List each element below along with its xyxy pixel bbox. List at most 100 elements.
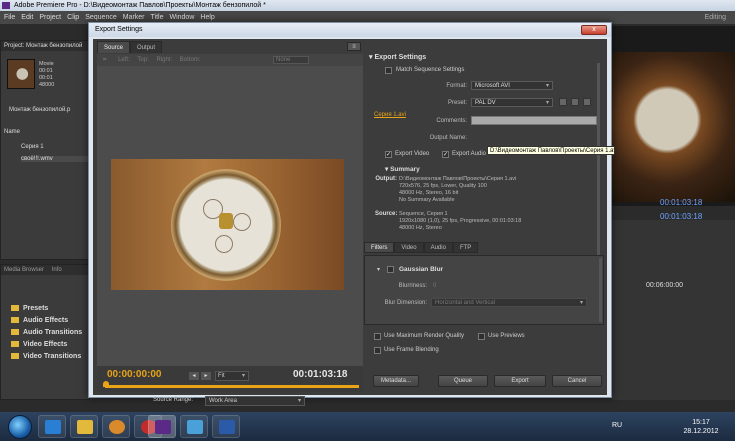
sequence-label: Монтаж бензопилой.p bbox=[9, 107, 71, 113]
format-label: Format: bbox=[446, 83, 467, 89]
tab-ftp[interactable]: FTP bbox=[452, 242, 479, 253]
preset-label: Preset: bbox=[447, 100, 467, 106]
save-preset-icon[interactable] bbox=[559, 98, 567, 106]
effects-folder-video-effects[interactable]: Video Effects bbox=[11, 341, 67, 348]
source-range-select[interactable]: Work Area ▾ bbox=[205, 396, 305, 406]
preset-select[interactable]: PAL DV ▾ bbox=[471, 98, 553, 107]
source-preview bbox=[97, 66, 363, 366]
taskbar-ie[interactable] bbox=[38, 415, 66, 438]
export-settings-header: ▾ Export Settings bbox=[369, 54, 427, 61]
tab-output[interactable]: Output bbox=[130, 41, 163, 53]
panel-menu-icon[interactable]: ≡ bbox=[347, 42, 361, 51]
metadata-button[interactable]: Metadata... bbox=[373, 375, 419, 387]
close-button[interactable]: x bbox=[581, 25, 607, 35]
crop-top-label: Top: bbox=[137, 57, 149, 63]
cancel-button[interactable]: Cancel bbox=[552, 375, 602, 387]
media-player-icon bbox=[109, 420, 125, 434]
frame-blending-checkbox[interactable] bbox=[374, 347, 381, 354]
zoom-fit-select[interactable]: Fit ▾ bbox=[215, 371, 249, 381]
current-timecode[interactable]: 00:00:00:00 bbox=[107, 369, 161, 380]
system-clock[interactable]: 15:17 28.12.2012 bbox=[680, 418, 722, 436]
export-button[interactable]: Export bbox=[494, 375, 546, 387]
name-column-header[interactable]: Name bbox=[4, 129, 20, 135]
folder-icon bbox=[11, 353, 19, 360]
watch-subdial bbox=[233, 213, 251, 231]
taskbar-explorer[interactable] bbox=[70, 415, 98, 438]
tab-video[interactable]: Video bbox=[394, 242, 424, 253]
app-icon bbox=[187, 420, 203, 434]
export-video-label: Export Video bbox=[395, 151, 430, 157]
effects-folder-presets[interactable]: Presets bbox=[11, 305, 48, 312]
source-range-row: Source Range: Work Area ▾ bbox=[97, 396, 363, 408]
queue-button[interactable]: Queue bbox=[438, 375, 488, 387]
match-sequence-checkbox[interactable] bbox=[385, 67, 392, 74]
filters-scrollbar[interactable] bbox=[599, 258, 602, 322]
language-indicator[interactable]: RU bbox=[612, 422, 622, 429]
blurriness-label: Blurriness: bbox=[398, 283, 427, 289]
taskbar-app[interactable] bbox=[180, 415, 208, 438]
match-sequence-label: Match Sequence Settings bbox=[396, 67, 465, 73]
render-options: Use Maximum Render Quality Use Previews … bbox=[364, 327, 604, 361]
max-render-quality-checkbox[interactable] bbox=[374, 333, 381, 340]
tab-media-browser[interactable]: Media Browser bbox=[4, 267, 44, 273]
premiere-icon bbox=[155, 420, 171, 434]
settings-scrollbar[interactable] bbox=[597, 63, 600, 259]
comments-field[interactable] bbox=[471, 116, 597, 125]
triangle-down-icon[interactable]: ▾ bbox=[385, 166, 388, 173]
settings-subtabs: Filters Video Audio FTP bbox=[364, 242, 604, 254]
chevron-down-icon: ▾ bbox=[241, 373, 245, 379]
project-panel-tab[interactable]: Project: Монтаж бензопилой bbox=[1, 41, 89, 51]
tab-info[interactable]: Info bbox=[52, 267, 62, 273]
export-video-checkbox[interactable]: ✓ bbox=[385, 151, 392, 158]
format-select[interactable]: Microsoft AVI ▾ bbox=[471, 81, 553, 90]
output-name-link[interactable]: Серия 1.avi bbox=[374, 112, 406, 118]
crop-ratio-select[interactable]: None bbox=[273, 56, 309, 64]
triangle-down-icon[interactable]: ▾ bbox=[377, 266, 380, 273]
export-audio-checkbox[interactable]: ✓ bbox=[442, 151, 449, 158]
gaussian-blur-checkbox[interactable] bbox=[387, 266, 394, 273]
menu-file[interactable]: File bbox=[0, 11, 18, 24]
set-out-point-icon[interactable]: ▸ bbox=[201, 372, 211, 380]
folder-icon bbox=[11, 341, 19, 348]
blur-dimension-select[interactable]: Horizontal and Vertical ▾ bbox=[431, 298, 587, 307]
playhead-icon[interactable] bbox=[103, 381, 109, 387]
taskbar-media[interactable] bbox=[102, 415, 130, 438]
menu-edit[interactable]: Edit bbox=[18, 11, 36, 24]
crop-tool-icon[interactable]: ⌗ bbox=[103, 57, 106, 63]
set-in-point-icon[interactable]: ◂ bbox=[189, 372, 199, 380]
program-monitor-frame bbox=[612, 52, 735, 202]
filters-panel: ▾ Gaussian Blur Blurriness: 0 Blur Dimen… bbox=[364, 255, 604, 325]
clip-info: Movie 00:01 00:01 48000 bbox=[39, 61, 55, 88]
effects-panel-tabs: Media Browser Info bbox=[1, 265, 89, 275]
tab-audio[interactable]: Audio bbox=[423, 242, 453, 253]
project-item[interactable]: своё!!!.wmv bbox=[21, 156, 89, 162]
video-frame bbox=[111, 159, 344, 290]
use-previews-checkbox[interactable] bbox=[478, 333, 485, 340]
menu-project[interactable]: Project bbox=[36, 11, 64, 24]
menu-clip[interactable]: Clip bbox=[64, 11, 82, 24]
folder-icon bbox=[11, 317, 19, 324]
comments-label: Comments: bbox=[436, 118, 467, 124]
output-name-label: Output Name: bbox=[429, 135, 467, 141]
workspace-label[interactable]: Editing bbox=[702, 11, 729, 24]
project-item[interactable]: Серия 1 bbox=[21, 144, 44, 150]
summary-header: ▾ Summary bbox=[385, 166, 420, 173]
triangle-down-icon[interactable]: ▾ bbox=[369, 54, 373, 61]
tab-filters[interactable]: Filters bbox=[364, 242, 395, 253]
folder-icon bbox=[77, 420, 93, 434]
project-panel: Project: Монтаж бензопилой Movie 00:01 0… bbox=[0, 40, 90, 260]
taskbar-premiere[interactable] bbox=[148, 415, 176, 438]
blurriness-value[interactable]: 0 bbox=[433, 283, 436, 289]
delete-preset-icon[interactable] bbox=[583, 98, 591, 106]
import-preset-icon[interactable] bbox=[571, 98, 579, 106]
source-output-tabs: Source Output bbox=[97, 41, 163, 53]
effects-folder-audio-effects[interactable]: Audio Effects bbox=[11, 317, 68, 324]
pocket-watch-image bbox=[171, 169, 281, 281]
work-area-bar[interactable] bbox=[105, 385, 359, 388]
effects-folder-video-transitions[interactable]: Video Transitions bbox=[11, 353, 81, 360]
max-render-quality-label: Use Maximum Render Quality bbox=[384, 333, 465, 339]
effects-folder-audio-transitions[interactable]: Audio Transitions bbox=[11, 329, 82, 336]
taskbar-word[interactable] bbox=[212, 415, 240, 438]
tab-source[interactable]: Source bbox=[97, 41, 131, 53]
start-button[interactable] bbox=[8, 415, 32, 439]
